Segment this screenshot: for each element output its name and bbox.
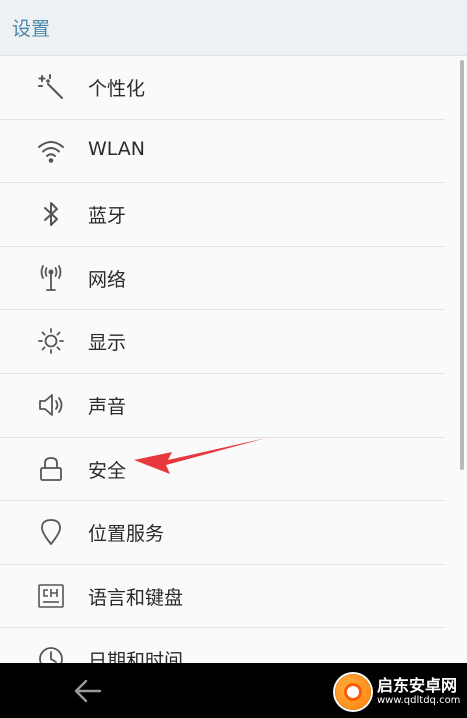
settings-item-sound[interactable]: 声音 <box>0 374 445 438</box>
settings-item-wlan[interactable]: WLAN <box>0 120 445 184</box>
watermark-url: www.qdltdq.com <box>377 694 461 706</box>
settings-item-language-keyboard[interactable]: 语言和键盘 <box>0 565 445 629</box>
settings-list: 个性化 WLAN 蓝牙 网络 显示 声音 安全 位置服务 语言和键盘 日期和时间 <box>0 56 467 692</box>
settings-item-label: 声音 <box>88 395 127 418</box>
settings-item-label: 蓝牙 <box>88 205 127 228</box>
settings-item-location[interactable]: 位置服务 <box>0 501 445 565</box>
settings-item-label: 语言和键盘 <box>88 586 184 609</box>
back-arrow-icon[interactable] <box>72 676 104 706</box>
lock-icon <box>34 453 68 485</box>
scrollbar[interactable] <box>460 60 464 470</box>
settings-item-network[interactable]: 网络 <box>0 247 445 311</box>
bluetooth-icon <box>34 198 68 230</box>
settings-item-label: 个性化 <box>88 78 146 100</box>
settings-item-label: 安全 <box>88 459 127 482</box>
page-title: 设置 <box>12 18 51 40</box>
settings-item-label: 位置服务 <box>88 523 165 546</box>
settings-item-personalization[interactable]: 个性化 <box>0 56 445 120</box>
settings-item-bluetooth[interactable]: 蓝牙 <box>0 183 445 247</box>
watermark-logo: 启东安卓网 www.qdltdq.com <box>335 665 467 718</box>
watermark-brand: 启东安卓网 <box>377 676 458 696</box>
settings-item-label: WLAN <box>88 137 146 160</box>
speaker-icon <box>34 389 68 421</box>
magic-wand-icon <box>34 71 68 103</box>
antenna-icon <box>34 262 68 294</box>
wifi-icon <box>34 135 68 167</box>
language-keyboard-icon <box>34 580 68 612</box>
brightness-icon <box>34 325 68 357</box>
annotation-arrow <box>134 438 266 474</box>
settings-item-label: 显示 <box>88 332 127 355</box>
settings-item-display[interactable]: 显示 <box>0 310 445 374</box>
watermark-logo-icon <box>335 673 371 710</box>
settings-item-label: 网络 <box>88 268 127 291</box>
app-header: 设置 <box>0 0 467 56</box>
location-pin-icon <box>34 516 68 548</box>
